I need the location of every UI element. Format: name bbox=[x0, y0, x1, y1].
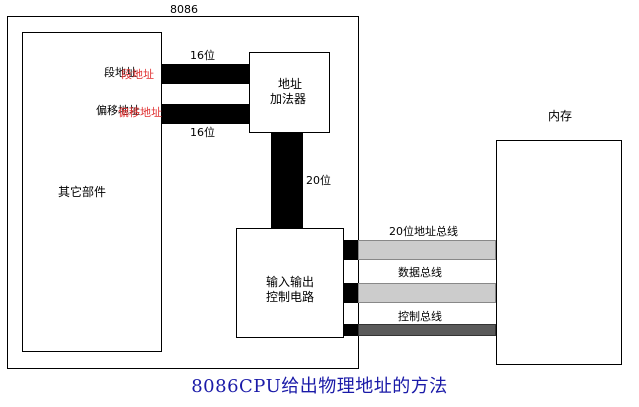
bus-16-bottom-label: 16位 bbox=[190, 126, 215, 139]
bus-20-bar bbox=[271, 133, 303, 228]
diagram-caption: 8086CPU给出物理地址的方法 bbox=[191, 376, 448, 397]
bus-16-top-label: 16位 bbox=[190, 49, 215, 62]
io-control-line2: 控制电路 bbox=[266, 290, 315, 304]
offset-address-overlay: 偏移地址 bbox=[118, 106, 162, 119]
data-bus-connector bbox=[344, 283, 358, 303]
control-bus-connector bbox=[344, 324, 358, 336]
data-bus-label: 数据总线 bbox=[398, 266, 442, 279]
other-parts-label: 其它部件 bbox=[58, 185, 107, 199]
address-bus-label: 20位地址总线 bbox=[389, 225, 458, 238]
control-bus-label: 控制总线 bbox=[398, 310, 442, 323]
segment-address-overlay: 段地址 bbox=[121, 68, 154, 81]
address-adder-line2: 加法器 bbox=[270, 92, 307, 106]
bus-20-label: 20位 bbox=[306, 174, 331, 187]
io-control-line1: 输入输出 bbox=[266, 275, 315, 289]
address-bus-connector bbox=[344, 240, 358, 260]
offset-bus-bar bbox=[162, 104, 249, 124]
control-bus-bar bbox=[358, 324, 496, 336]
data-bus-bar bbox=[358, 283, 496, 303]
memory-box bbox=[496, 140, 622, 365]
segment-bus-bar bbox=[162, 64, 249, 84]
memory-label: 内存 bbox=[548, 109, 573, 123]
address-adder-line1: 地址 bbox=[278, 77, 303, 91]
cpu-title: 8086 bbox=[170, 3, 198, 16]
address-bus-bar bbox=[358, 240, 496, 260]
